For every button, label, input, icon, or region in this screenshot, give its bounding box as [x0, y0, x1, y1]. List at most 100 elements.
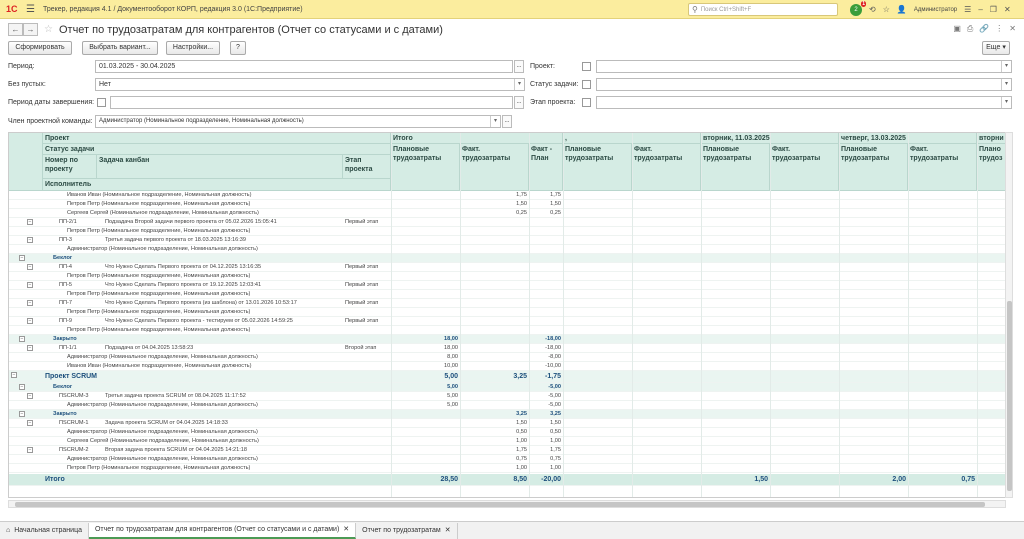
- collapse-toggle-icon[interactable]: −: [19, 255, 25, 261]
- help-button[interactable]: ?: [230, 41, 246, 55]
- finish-period-select-button[interactable]: ...: [514, 96, 524, 109]
- executor-row[interactable]: Петров Петр (Номинальное подразделение, …: [9, 227, 1007, 236]
- member-select-button[interactable]: ...: [502, 115, 512, 128]
- generate-button[interactable]: Сформировать: [8, 41, 72, 55]
- task-row[interactable]: − ПП-9 Что Нужно Сделать Первого проекта -…: [9, 317, 1007, 326]
- task-row[interactable]: − ПП-4 Что Нужно Сделать Первого проекта о…: [9, 263, 1007, 272]
- status-group-row[interactable]: − Закрыто 3,25 3,25: [9, 410, 1007, 419]
- executor-row[interactable]: Администратор (Номинальное подразделение…: [9, 245, 1007, 254]
- period-field[interactable]: 01.03.2025 - 30.04.2025...: [95, 60, 524, 73]
- notifications-icon[interactable]: 21: [850, 0, 866, 16]
- executor-row[interactable]: Администратор (Номинальное подразделение…: [9, 353, 1007, 362]
- executor-row[interactable]: Петров Петр (Номинальное подразделение, …: [9, 326, 1007, 335]
- tab-report-labor[interactable]: Отчет по трудозатратам ✕: [356, 522, 458, 539]
- executor-row[interactable]: Петров Петр (Номинальное подразделение, …: [9, 308, 1007, 317]
- save-icon[interactable]: ▣: [953, 24, 961, 34]
- minimize-icon[interactable]: –: [978, 5, 982, 14]
- executor-row[interactable]: Петров Петр (Номинальное подразделение, …: [9, 290, 1007, 299]
- window-close-icon[interactable]: ✕: [1009, 24, 1016, 34]
- finish-period-checkbox[interactable]: [97, 98, 106, 107]
- favorites-icon[interactable]: ☆: [883, 5, 890, 14]
- project-field[interactable]: ▾: [596, 60, 1012, 73]
- executor-row[interactable]: Иванов Иван (Номинальное подразделение, …: [9, 362, 1007, 371]
- favorite-star-icon[interactable]: ☆: [44, 24, 53, 35]
- tab-report-statuses[interactable]: Отчет по трудозатратам для контрагентов …: [88, 522, 357, 539]
- stage-chevron-icon[interactable]: ▾: [1001, 97, 1011, 108]
- collapse-toggle-icon[interactable]: −: [27, 219, 33, 225]
- select-variant-button[interactable]: Выбрать вариант...: [82, 41, 158, 55]
- status-field[interactable]: ▾: [596, 78, 1012, 91]
- executor-row[interactable]: Иванов Иван (Номинальное подразделение, …: [9, 191, 1007, 200]
- user-icon[interactable]: 👤: [897, 5, 907, 14]
- collapse-toggle-icon[interactable]: −: [27, 447, 33, 453]
- executor-row[interactable]: Петров Петр (Номинальное подразделение, …: [9, 272, 1007, 281]
- chevron-down-icon[interactable]: ▾: [514, 79, 524, 90]
- user-name[interactable]: Администратор: [914, 7, 957, 13]
- executor-row[interactable]: Администратор (Номинальное подразделение…: [9, 401, 1007, 410]
- period-select-button[interactable]: ...: [514, 60, 524, 73]
- horizontal-scroll-thumb[interactable]: [15, 502, 985, 507]
- tab-home[interactable]: ⌂ Начальная страница: [0, 522, 89, 539]
- project-checkbox[interactable]: [582, 62, 591, 71]
- executor-row[interactable]: Администратор (Номинальное подразделение…: [9, 428, 1007, 437]
- task-row[interactable]: − ПSCRUM-1 Задача проекта SCRUM от 04.04.2…: [9, 419, 1007, 428]
- collapse-toggle-icon[interactable]: −: [27, 318, 33, 324]
- back-arrow-icon[interactable]: ←: [8, 23, 23, 36]
- status-chevron-icon[interactable]: ▾: [1001, 79, 1011, 90]
- status-group-row[interactable]: − Беклог 5,00 -5,00: [9, 383, 1007, 392]
- task-row[interactable]: − ПП-1/1 Подзадача от 04.04.2025 13:58:23 В…: [9, 344, 1007, 353]
- executor-row[interactable]: Петров Петр (Номинальное подразделение, …: [9, 464, 1007, 473]
- link-icon[interactable]: 🔗: [979, 24, 989, 34]
- collapse-toggle-icon[interactable]: −: [27, 300, 33, 306]
- more-button[interactable]: Еще ▾: [982, 41, 1010, 55]
- status-group-row[interactable]: − Беклог: [9, 254, 1007, 263]
- project-row[interactable]: − Проект SCRUM 5,00 3,25 -1,75: [9, 371, 1007, 383]
- stage-checkbox[interactable]: [582, 98, 591, 107]
- vertical-scroll-thumb[interactable]: [1007, 301, 1012, 491]
- task-row[interactable]: − ПSCRUM-2 Вторая задача проекта SCRUM от …: [9, 446, 1007, 455]
- settings-button[interactable]: Настройки...: [166, 41, 220, 55]
- collapse-toggle-icon[interactable]: −: [19, 336, 25, 342]
- collapse-toggle-icon[interactable]: −: [27, 393, 33, 399]
- collapse-toggle-icon[interactable]: −: [19, 411, 25, 417]
- collapse-toggle-icon[interactable]: −: [27, 264, 33, 270]
- task-row[interactable]: − ПП-2/1 Подзадача Второй задачи первого п…: [9, 218, 1007, 227]
- forward-arrow-icon[interactable]: →: [23, 23, 38, 36]
- settings-menu-icon[interactable]: ☰: [964, 5, 971, 14]
- menu-icon[interactable]: ☰: [26, 4, 35, 15]
- print-icon[interactable]: ⎙: [967, 24, 973, 34]
- executor-row[interactable]: Петров Петр (Номинальное подразделение, …: [9, 200, 1007, 209]
- finish-period-field[interactable]: ...: [110, 96, 524, 109]
- history-icon[interactable]: ⟲: [869, 5, 876, 14]
- collapse-toggle-icon[interactable]: −: [11, 372, 17, 378]
- project-chevron-icon[interactable]: ▾: [1001, 61, 1011, 72]
- collapse-toggle-icon[interactable]: −: [27, 237, 33, 243]
- executor-name: Администратор (Номинальное подразделение…: [67, 402, 258, 408]
- report-table[interactable]: Проект Статус задачи Номер по проекту За…: [8, 132, 1008, 498]
- tab-close-icon[interactable]: ✕: [343, 522, 349, 538]
- status-group-row[interactable]: − Закрыто 18,00 -18,00: [9, 335, 1007, 344]
- tab-close-icon[interactable]: ✕: [445, 523, 451, 539]
- executor-row[interactable]: Сергеев Сергей (Номинальное подразделени…: [9, 209, 1007, 218]
- collapse-toggle-icon[interactable]: −: [27, 282, 33, 288]
- stage-field[interactable]: ▾: [596, 96, 1012, 109]
- close-icon[interactable]: ✕: [1004, 5, 1011, 14]
- horizontal-scrollbar[interactable]: [8, 500, 1006, 508]
- member-field[interactable]: Администратор (Номинальное подразделение…: [95, 115, 512, 128]
- task-row[interactable]: − ПП-5 Что Нужно Сделать Первого проекта о…: [9, 281, 1007, 290]
- collapse-toggle-icon[interactable]: −: [27, 345, 33, 351]
- task-row[interactable]: − ПП-3 Третья задача первого проекта от 18…: [9, 236, 1007, 245]
- status-checkbox[interactable]: [582, 80, 591, 89]
- collapse-toggle-icon[interactable]: −: [27, 420, 33, 426]
- collapse-toggle-icon[interactable]: −: [19, 384, 25, 390]
- executor-row[interactable]: Сергеев Сергей (Номинальное подразделени…: [9, 437, 1007, 446]
- more-vertical-icon[interactable]: ⋮: [995, 24, 1003, 34]
- global-search-input[interactable]: ⚲ Поиск Ctrl+Shift+F: [688, 3, 838, 16]
- executor-row[interactable]: Администратор (Номинальное подразделение…: [9, 455, 1007, 464]
- member-chevron-icon[interactable]: ▾: [490, 116, 500, 127]
- task-row[interactable]: − ПП-7 Что Нужно Сделать Первого проекта (…: [9, 299, 1007, 308]
- maximize-icon[interactable]: ❐: [990, 5, 997, 14]
- empty-field[interactable]: Нет ▾: [95, 78, 525, 91]
- task-row[interactable]: − ПSCRUM-3 Третья задача проекта SCRUM от …: [9, 392, 1007, 401]
- vertical-scrollbar[interactable]: [1005, 132, 1013, 498]
